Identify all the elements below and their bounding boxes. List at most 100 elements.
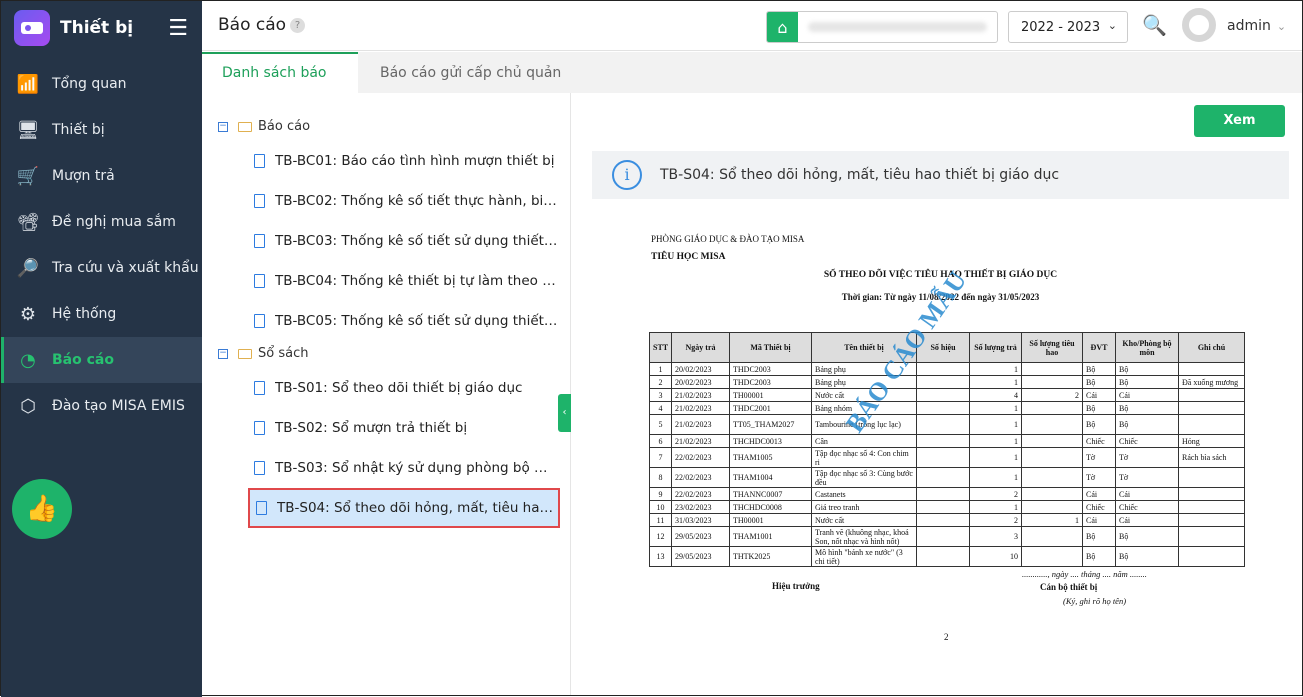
column-header: Số lượng tiêu hao: [1021, 332, 1083, 363]
table-cell: 10: [969, 546, 1022, 567]
collapse-toggle-icon[interactable]: −: [218, 348, 228, 359]
tree-report-item[interactable]: TB-BC01: Báo cáo tình hình mượn thiết bị: [248, 141, 560, 181]
school-name-blurred: [808, 22, 987, 32]
table-cell: 2: [649, 375, 672, 389]
page-title-text: Báo cáo: [218, 15, 287, 35]
table-cell: THAM1005: [729, 447, 812, 468]
avatar[interactable]: [1182, 8, 1216, 42]
app-logo-icon: [14, 10, 50, 46]
table-cell: 31/03/2023: [671, 513, 730, 527]
school-year-select[interactable]: 2022 - 2023 ⌄: [1008, 11, 1128, 43]
tab-reports-sent[interactable]: Báo cáo gửi cấp chủ quản: [360, 52, 581, 93]
tree-report-item[interactable]: TB-BC03: Thống kê số tiết sử dụng thiết …: [248, 221, 560, 261]
table-cell: 12: [649, 526, 672, 547]
folder-label: Sổ sách: [258, 346, 309, 361]
table-cell: 1: [969, 467, 1022, 488]
sidebar-item-1[interactable]: 🖥 Thiết bị: [1, 107, 202, 153]
sidebar-item-6[interactable]: ◔ Báo cáo: [1, 337, 202, 383]
column-header: ĐVT: [1082, 332, 1116, 363]
sidebar-item-4[interactable]: 🔎 Tra cứu và xuất khẩu: [1, 245, 202, 291]
table-cell: 13: [649, 546, 672, 567]
sidebar-item-2[interactable]: 🛒 Mượn trả: [1, 153, 202, 199]
sidebar-item-label: Hệ thống: [52, 306, 117, 322]
table-cell: Hỏng: [1178, 434, 1245, 448]
table-cell: Cái: [1115, 487, 1179, 501]
analytics-search-icon[interactable]: 🔍: [1142, 13, 1167, 37]
report-label: TB-S02: Sổ mượn trả thiết bị: [275, 420, 468, 436]
table-row: 7 22/02/2023 THAM1005 Tập đọc nhạc số 4: Co…: [649, 447, 1245, 468]
report-label: TB-BC03: Thống kê số tiết sử dụng thiết …: [275, 233, 560, 249]
tab-report-list[interactable]: Danh sách báo cáo: [202, 52, 358, 119]
table-row: 4 21/02/2023 THDC2001 Bảng nhóm 1 Bộ Bộ: [649, 401, 1245, 415]
table-cell: 23/02/2023: [671, 500, 730, 514]
table-cell: 9: [649, 487, 672, 501]
sidebar-item-7[interactable]: ⬡ Đào tạo MISA EMIS: [1, 383, 202, 429]
table-cell: Cái: [1115, 388, 1179, 402]
tree-report-item[interactable]: TB-BC05: Thống kê số tiết sử dụng thiết …: [248, 301, 560, 341]
table-cell: Cái: [1082, 513, 1116, 527]
user-menu[interactable]: admin ⌄: [1227, 18, 1286, 34]
table-cell: THCHDC0008: [729, 500, 812, 514]
table-cell: 21/02/2023: [671, 401, 730, 415]
column-header: Kho/Phòng bộ môn: [1115, 332, 1179, 363]
table-cell: THDC2001: [729, 401, 812, 415]
brand: Thiết bị ☰: [1, 1, 202, 55]
sidebar-nav: 📶 Tổng quan 🖥 Thiết bị 🛒 Mượn trả 📽 Đề nghị mua…: [1, 61, 202, 429]
document-icon: [254, 274, 265, 288]
sidebar-item-0[interactable]: 📶 Tổng quan: [1, 61, 202, 107]
table-cell: Bộ: [1082, 414, 1116, 435]
table-cell: [1021, 447, 1083, 468]
table-cell: [1021, 401, 1083, 415]
tree-report-item[interactable]: TB-BC02: Thống kê số tiết thực hành, biể…: [248, 181, 560, 221]
view-button[interactable]: Xem: [1194, 105, 1285, 137]
column-header: Số lượng trả: [969, 332, 1022, 363]
collapse-toggle-icon[interactable]: −: [218, 121, 228, 132]
column-header: STT: [649, 332, 672, 363]
feedback-like-button[interactable]: 👍: [12, 479, 72, 539]
sidebar-item-label: Tổng quan: [52, 76, 127, 92]
table-row: 1 20/02/2023 THDC2003 Bảng phụ 1 Bộ Bộ: [649, 362, 1245, 376]
table-cell: 2: [1021, 388, 1083, 402]
table-cell: TT05_THAM2027: [729, 414, 812, 435]
sidebar-item-label: Mượn trả: [52, 168, 115, 184]
sidebar: Thiết bị ☰ 📶 Tổng quan 🖥 Thiết bị 🛒 Mượn trả 📽…: [1, 1, 202, 697]
tree-report-item[interactable]: TB-S04: Sổ theo dõi hỏng, mất, tiêu hao …: [248, 488, 560, 528]
table-cell: [1021, 362, 1083, 376]
table-cell: Rách bìa sách: [1178, 447, 1245, 468]
tree-folder[interactable]: − Sổ sách: [218, 346, 308, 361]
table-cell: [916, 414, 970, 435]
username: admin: [1227, 18, 1271, 34]
tree-report-item[interactable]: TB-BC04: Thống kê thiết bị tự làm theo g…: [248, 261, 560, 301]
chart-bars-icon: 📶: [16, 73, 40, 95]
tree-report-item[interactable]: TB-S03: Sổ nhật ký sử dụng phòng bộ môn: [248, 448, 560, 488]
tab-bar: Danh sách báo cáo Báo cáo gửi cấp chủ qu…: [202, 52, 1302, 119]
table-cell: Đã xuống mương: [1178, 375, 1245, 389]
tree-folder[interactable]: − Báo cáo: [218, 119, 310, 134]
sidebar-item-label: Đề nghị mua sắm: [52, 214, 176, 230]
table-row: 9 22/02/2023 THANNC0007 Castanets 2 Cái Cái: [649, 487, 1245, 501]
report-label: TB-BC04: Thống kê thiết bị tự làm theo g…: [275, 273, 560, 289]
table-cell: [1178, 500, 1245, 514]
table-row: 3 21/02/2023 TH00001 Nước cất 4 2 Cái Cái: [649, 388, 1245, 402]
table-cell: [1021, 375, 1083, 389]
column-header: Mã Thiết bị: [729, 332, 812, 363]
table-cell: 21/02/2023: [671, 434, 730, 448]
table-cell: Tập đọc nhạc số 4: Con chim ri: [811, 447, 917, 468]
table-cell: 1: [969, 500, 1022, 514]
table-cell: Bộ: [1082, 526, 1116, 547]
table-cell: Bộ: [1082, 362, 1116, 376]
report-label: TB-S04: Sổ theo dõi hỏng, mất, tiêu hao …: [277, 500, 558, 516]
report-label: TB-S03: Sổ nhật ký sử dụng phòng bộ môn: [275, 460, 560, 476]
sidebar-item-5[interactable]: ⚙ Hệ thống: [1, 291, 202, 337]
table-cell: [916, 375, 970, 389]
report-department: PHÒNG GIÁO DỤC & ĐÀO TẠO MISA: [651, 234, 805, 244]
tree-report-item[interactable]: TB-S02: Sổ mượn trả thiết bị: [248, 408, 560, 448]
sidebar-item-3[interactable]: 📽 Đề nghị mua sắm: [1, 199, 202, 245]
menu-toggle-icon[interactable]: ☰: [168, 16, 188, 41]
sidebar-item-label: Tra cứu và xuất khẩu: [52, 260, 199, 276]
help-icon[interactable]: ?: [290, 18, 306, 33]
tree-report-item[interactable]: TB-S01: Sổ theo dõi thiết bị giáo dục: [248, 368, 560, 408]
collapse-panel-button[interactable]: ‹: [558, 394, 571, 432]
school-selector[interactable]: ⌂: [766, 11, 998, 43]
table-cell: [1178, 546, 1245, 567]
